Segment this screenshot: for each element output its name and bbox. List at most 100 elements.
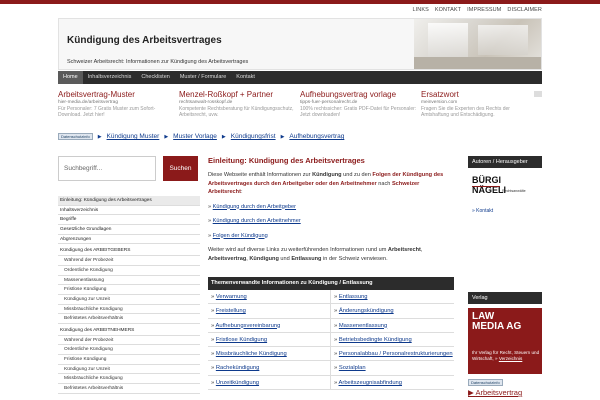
- play-arrow-icon: ▶: [164, 133, 169, 140]
- table-cell: » Rachekündigung: [208, 361, 331, 375]
- topic-link[interactable]: Aufhebungsvereinbarung: [216, 323, 281, 329]
- buergi-naegeli-logo[interactable]: BÜRGI NÄGELI Rechtsanwälte: [472, 176, 538, 200]
- intro-paragraph: Diese Webseite enthält Informationen zur…: [208, 172, 444, 195]
- content-link-row: » Kündigung durch den Arbeitgeber: [208, 203, 297, 210]
- sidebar-item[interactable]: Ordentliche Kündigung: [58, 266, 200, 276]
- search-input[interactable]: Suchbegriff...: [58, 156, 156, 181]
- authors-kontakt-link[interactable]: » Kontakt: [472, 208, 538, 214]
- ad-description: 100% rechtssicher: Gratis PDF-Datei für …: [300, 106, 417, 118]
- nav-kontakt[interactable]: Kontakt: [231, 71, 260, 84]
- nav-checklisten[interactable]: Checklisten: [136, 71, 174, 84]
- ad-unit[interactable]: Aufhebungsvertrag vorlage tipps-fuer-per…: [300, 90, 421, 132]
- site-header: Kündigung des Arbeitsvertrages Schweizer…: [58, 18, 542, 70]
- table-cell: » Massenentlassung: [334, 322, 388, 329]
- ad-unit[interactable]: Ersatzwort meinversion.com Fragen Sie di…: [421, 90, 542, 132]
- top-link-kontakt[interactable]: KONTAKT: [435, 7, 461, 13]
- table-cell: » Aufhebungsvereinbarung: [208, 318, 331, 332]
- ad-link-kuendigungsfrist[interactable]: Kündigungsfrist: [231, 133, 276, 140]
- ad-link-kuendigung-muster[interactable]: Kündigung Muster: [107, 133, 160, 140]
- content-link-row: » Kündigung durch den Arbeitnehmer: [208, 218, 301, 224]
- table-cell: » Sozialplan: [334, 365, 366, 372]
- nav-home[interactable]: Home: [58, 71, 83, 84]
- sidebar-item[interactable]: Während der Probezeit: [58, 256, 200, 266]
- content-link-arbeitnehmer[interactable]: Kündigung durch den Arbeitnehmer: [213, 218, 301, 224]
- table-cell: » Fristlose Kündigung: [208, 332, 331, 347]
- sidebar-item[interactable]: Gesetzliche Grundlagen: [58, 225, 200, 235]
- site-title[interactable]: Kündigung des Arbeitsvertrages: [67, 35, 222, 46]
- right-ad-link-aufhebungsvertrag[interactable]: ▶ Arbeitsvertrag: [468, 388, 542, 397]
- law-media-panel[interactable]: LAW MEDIA AG Ihr Verlag für Recht, Steue…: [468, 308, 542, 374]
- sidebar-item[interactable]: Während der Probezeit: [58, 336, 200, 346]
- privacy-badge[interactable]: Datenschutzinfo: [468, 379, 503, 386]
- ad-row: Arbeitsvertrag-Muster hier-media.de/arbe…: [58, 90, 542, 132]
- sidebar-item[interactable]: Fristlose Kündigung: [58, 355, 200, 365]
- topic-link[interactable]: Unzeitkündigung: [216, 380, 259, 386]
- search-button[interactable]: Suchen: [163, 156, 198, 181]
- play-arrow-icon: ▶: [97, 133, 102, 140]
- sidebar-item[interactable]: Massenentlassung: [58, 276, 200, 286]
- sidebar-item[interactable]: Kündigung des ARBEITNEHMERS: [58, 326, 200, 336]
- topic-link[interactable]: Fristlose Kündigung: [216, 337, 267, 343]
- sidebar-item[interactable]: Kündigung zur Unzeit: [58, 365, 200, 375]
- sidebar-item[interactable]: Begriffe: [58, 215, 200, 226]
- ad-description: Fragen Sie die Experten des Rechts der A…: [421, 106, 510, 118]
- topic-link[interactable]: Sozialplan: [339, 365, 366, 371]
- page-heading: Einleitung: Kündigung des Arbeitsvertrag…: [208, 156, 365, 165]
- table-row: » Verwarnung» Entlassung: [208, 290, 454, 305]
- ad-link-muster-vorlage[interactable]: Muster Vorlage: [173, 133, 217, 140]
- main-content: Einleitung: Kündigung des Arbeitsvertrag…: [208, 156, 454, 263]
- topic-link[interactable]: Freistellung: [216, 308, 246, 314]
- ad-description: Kompetente Rechtsberatung für Kündigungs…: [179, 106, 294, 118]
- topic-link[interactable]: Massenentlassung: [339, 323, 387, 329]
- sidebar-item[interactable]: Ordentliche Kündigung: [58, 345, 200, 355]
- sidebar-item[interactable]: Inhaltsverzeichnis: [58, 206, 200, 216]
- sidebar-item[interactable]: Kündigung des ARBEITGEBERS: [58, 246, 200, 257]
- topic-link[interactable]: Verwarnung: [216, 294, 247, 300]
- nav-inhaltsverzeichnis[interactable]: Inhaltsverzeichnis: [83, 71, 137, 84]
- topic-link[interactable]: Änderungskündigung: [339, 308, 394, 314]
- topics-table-header: Themenverwandte Informationen zu Kündigu…: [208, 277, 454, 290]
- table-cell: » Personalabbau / Personalrestrukturieru…: [334, 351, 453, 358]
- sidebar-item[interactable]: Befristetes Arbeitsverhältnis: [58, 384, 200, 394]
- privacy-badge[interactable]: Datenschutzinfo: [58, 133, 93, 140]
- table-row: » Aufhebungsvereinbarung» Massenentlassu…: [208, 318, 454, 333]
- sidebar-item[interactable]: Kündigung zur Unzeit: [58, 295, 200, 305]
- table-row: » Unzeitkündigung» Arbeitszeugnisabfindu…: [208, 375, 454, 391]
- nav-muster-formulare[interactable]: Muster / Formulare: [175, 71, 231, 84]
- ad-headline[interactable]: Arbeitsvertrag-Muster: [58, 90, 175, 100]
- content-link-arbeitgeber[interactable]: Kündigung durch den Arbeitgeber: [213, 204, 296, 210]
- table-cell: » Entlassung: [334, 294, 368, 300]
- sidebar-item[interactable]: Einleitung: Kündigung des Arbeitsvertrag…: [58, 196, 200, 206]
- sidebar-item[interactable]: Missbräuchliche Kündigung: [58, 305, 200, 315]
- topic-link[interactable]: Personalabbau / Personalrestrukturierung…: [339, 351, 453, 357]
- verlag-verzeichnis-link[interactable]: Verzeichnis: [499, 356, 523, 361]
- ad-unit[interactable]: Arbeitsvertrag-Muster hier-media.de/arbe…: [58, 90, 179, 132]
- content-link-folgen[interactable]: Folgen der Kündigung: [213, 233, 268, 239]
- topic-link[interactable]: Arbeitszeugnisabfindung: [339, 380, 403, 386]
- sidebar-item[interactable]: Abgrenzungen: [58, 235, 200, 245]
- right-ad: Datenschutzinfo ▶ Arbeitsvertrag: [468, 379, 542, 397]
- top-link-disclaimer[interactable]: DISCLAIMER: [507, 7, 542, 13]
- top-links: LINKS KONTAKT IMPRESSUM DISCLAIMER: [412, 7, 542, 13]
- ad-link-aufhebungsvertrag[interactable]: Aufhebungsvertrag: [289, 133, 344, 140]
- ad-link-bar: Datenschutzinfo ▶ Kündigung Muster ▶ Mus…: [58, 133, 344, 140]
- verlag-box: Verlag LAW MEDIA AG Ihr Verlag für Recht…: [468, 292, 542, 374]
- ad-headline[interactable]: Aufhebungsvertrag vorlage: [300, 90, 417, 100]
- ad-description: Für Personaler: 7 Gratis Muster zum Sofo…: [58, 106, 156, 118]
- table-cell: » Betriebsbedingte Kündigung: [334, 336, 412, 343]
- sidebar-item[interactable]: Befristetes Arbeitsverhältnis: [58, 314, 200, 324]
- topic-link[interactable]: Entlassung: [339, 294, 368, 300]
- top-stripe: [0, 0, 600, 4]
- sidebar-item[interactable]: Missbräuchliche Kündigung: [58, 374, 200, 385]
- sidebar-item[interactable]: Fristlose Kündigung: [58, 285, 200, 295]
- topic-link[interactable]: Betriebsbedingte Kündigung: [339, 337, 412, 343]
- ad-headline[interactable]: Menzel-Roßkopf + Partner: [179, 90, 296, 100]
- ad-choices-icon[interactable]: [534, 91, 542, 97]
- topic-link[interactable]: Missbräuchliche Kündigung: [216, 351, 287, 357]
- top-link-links[interactable]: LINKS: [412, 7, 428, 13]
- top-link-impressum[interactable]: IMPRESSUM: [467, 7, 501, 13]
- ad-unit[interactable]: Menzel-Roßkopf + Partner rechtsanwalt-ro…: [179, 90, 300, 132]
- ad-headline[interactable]: Ersatzwort: [421, 90, 538, 100]
- topic-link[interactable]: Rachekündigung: [216, 365, 260, 371]
- table-cell: » Missbräuchliche Kündigung: [208, 347, 331, 361]
